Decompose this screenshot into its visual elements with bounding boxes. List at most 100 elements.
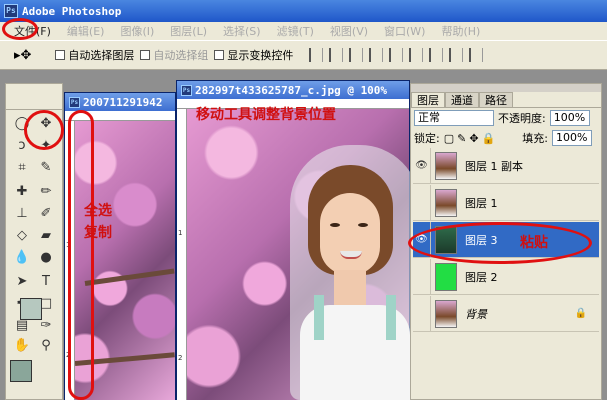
align-buttons [309,48,484,62]
visibility-toggle[interactable] [413,295,431,332]
annotation-select-all: 全选 [84,203,112,219]
toolbox-header [6,84,62,110]
checkbox-box [55,50,66,60]
blend-row: 正常 不透明度: 100% [411,108,601,128]
align-right-icon[interactable] [409,48,424,62]
auto-select-group-label: 自动选择组 [153,49,209,62]
auto-select-layer-checkbox[interactable]: 自动选择图层 [55,47,134,63]
app-title: Adobe Photoshop [22,4,122,18]
menu-bar: 文件(F) 编辑(E) 图像(I) 图层(L) 选择(S) 滤镜(T) 视图(V… [0,22,607,40]
distribute-icon[interactable] [469,48,484,62]
visibility-toggle[interactable] [413,258,431,295]
annotation-copy: 复制 [84,225,112,241]
type-tool-icon[interactable]: T [36,272,56,292]
gradient-tool-icon[interactable]: ▰ [36,226,56,246]
layer-row[interactable]: 背景 🔒 [413,295,599,332]
visibility-eye-icon[interactable]: 👁 [413,147,431,184]
panel-tabs: 图层 通道 路径 [411,92,601,108]
tab-channels[interactable]: 通道 [445,92,479,107]
blend-mode-select[interactable]: 正常 [414,110,494,126]
fill-input[interactable]: 100% [551,130,592,146]
ruler-label: 2 [178,354,183,362]
menu-view[interactable]: 视图(V) [322,23,376,39]
history-brush-icon[interactable]: ✐ [36,204,56,224]
align-center-icon[interactable] [389,48,404,62]
layer-thumbnail [435,262,457,291]
path-select-icon[interactable]: ➤ [12,272,32,292]
checkbox-box [140,50,151,60]
menu-select[interactable]: 选择(S) [215,23,269,39]
smile [340,251,362,259]
menu-layer[interactable]: 图层(L) [162,23,215,39]
lock-icons[interactable]: ▢✎✥🔒 [444,132,499,145]
annotation-paste: 粘贴 [520,235,548,251]
dress-strap [314,295,324,340]
visibility-toggle[interactable] [413,184,431,221]
menu-help[interactable]: 帮助(H) [433,23,488,39]
hand-tool-icon[interactable]: ✋ [12,336,32,356]
layer-row[interactable]: 图层 1 [413,184,599,221]
panel-header [411,84,601,92]
show-transform-checkbox[interactable]: 显示变换控件 [214,47,293,63]
eye [330,223,340,227]
layer-thumbnail [435,188,457,217]
ruler-label: 1 [178,229,183,237]
auto-select-group-checkbox[interactable]: 自动选择组 [140,47,208,63]
foreground-color-swatch[interactable] [10,360,32,382]
annotation-ring-layer3 [408,222,592,264]
layer-row[interactable]: 👁 图层 1 副本 [413,147,599,184]
menu-image[interactable]: 图像(I) [112,23,162,39]
brush-tool-icon[interactable]: ✏ [36,182,56,202]
lock-label: 锁定: [414,132,440,145]
layer-name: 图层 1 [465,196,498,210]
dodge-tool-icon[interactable]: ● [36,248,56,268]
blur-tool-icon[interactable]: 💧 [12,248,32,268]
opacity-input[interactable]: 100% [549,110,590,126]
layer-name: 背景 [465,307,487,321]
eraser-tool-icon[interactable]: ◇ [12,226,32,246]
fill-label: 填充: [522,132,548,145]
move-tool-icon[interactable]: ▸✥ [4,48,49,63]
distribute-icon[interactable] [429,48,444,62]
layer-thumbnail [435,151,457,180]
annotation-ring-file-menu [2,18,38,40]
menu-window[interactable]: 窗口(W) [376,23,433,39]
eye [358,223,368,227]
layer-thumbnail [435,299,457,328]
tab-layers[interactable]: 图层 [411,92,445,107]
slice-tool-icon[interactable]: ✎ [36,158,56,178]
vertical-ruler: 1 2 [177,109,187,400]
align-middle-icon[interactable] [329,48,344,62]
annotation-ring-move-tool [24,110,64,150]
annotation-ring-image-column [68,110,94,400]
menu-edit[interactable]: 编辑(E) [59,23,113,39]
layer-name: 图层 1 副本 [465,159,523,173]
background-color-swatch[interactable] [20,298,42,320]
menu-filter[interactable]: 滤镜(T) [269,23,322,39]
document-1-titlebar[interactable]: Ps 200711291942 [65,93,175,111]
align-bottom-icon[interactable] [349,48,364,62]
show-transform-label: 显示变换控件 [227,49,294,62]
distribute-icon[interactable] [449,48,464,62]
annotation-move-tool-note: 移动工具调整背景位置 [196,107,336,123]
photoshop-logo-icon: Ps [181,84,192,96]
app-titlebar: Ps Adobe Photoshop [0,0,607,22]
zoom-tool-icon[interactable]: ⚲ [36,336,56,356]
crop-tool-icon[interactable]: ⌗ [12,158,32,178]
photoshop-logo-icon: Ps [69,96,80,108]
align-top-icon[interactable] [309,48,324,62]
neck [334,270,366,310]
layer-row[interactable]: 图层 2 [413,258,599,295]
opacity-label: 不透明度: [498,112,546,125]
clone-stamp-icon[interactable]: ⊥ [12,204,32,224]
lock-icon: 🔒 [574,308,587,319]
tab-paths[interactable]: 路径 [479,92,513,107]
document-1-title: 200711291942 [83,95,163,109]
document-2-titlebar[interactable]: Ps 282997t433625787_c.jpg @ 100% [177,81,409,99]
options-bar: ▸✥ 自动选择图层 自动选择组 显示变换控件 [0,40,607,70]
dress-strap [386,295,396,340]
bride-photo-layer [290,145,420,400]
layer-name: 图层 2 [465,270,498,284]
healing-brush-icon[interactable]: ✚ [12,182,32,202]
align-left-icon[interactable] [369,48,384,62]
